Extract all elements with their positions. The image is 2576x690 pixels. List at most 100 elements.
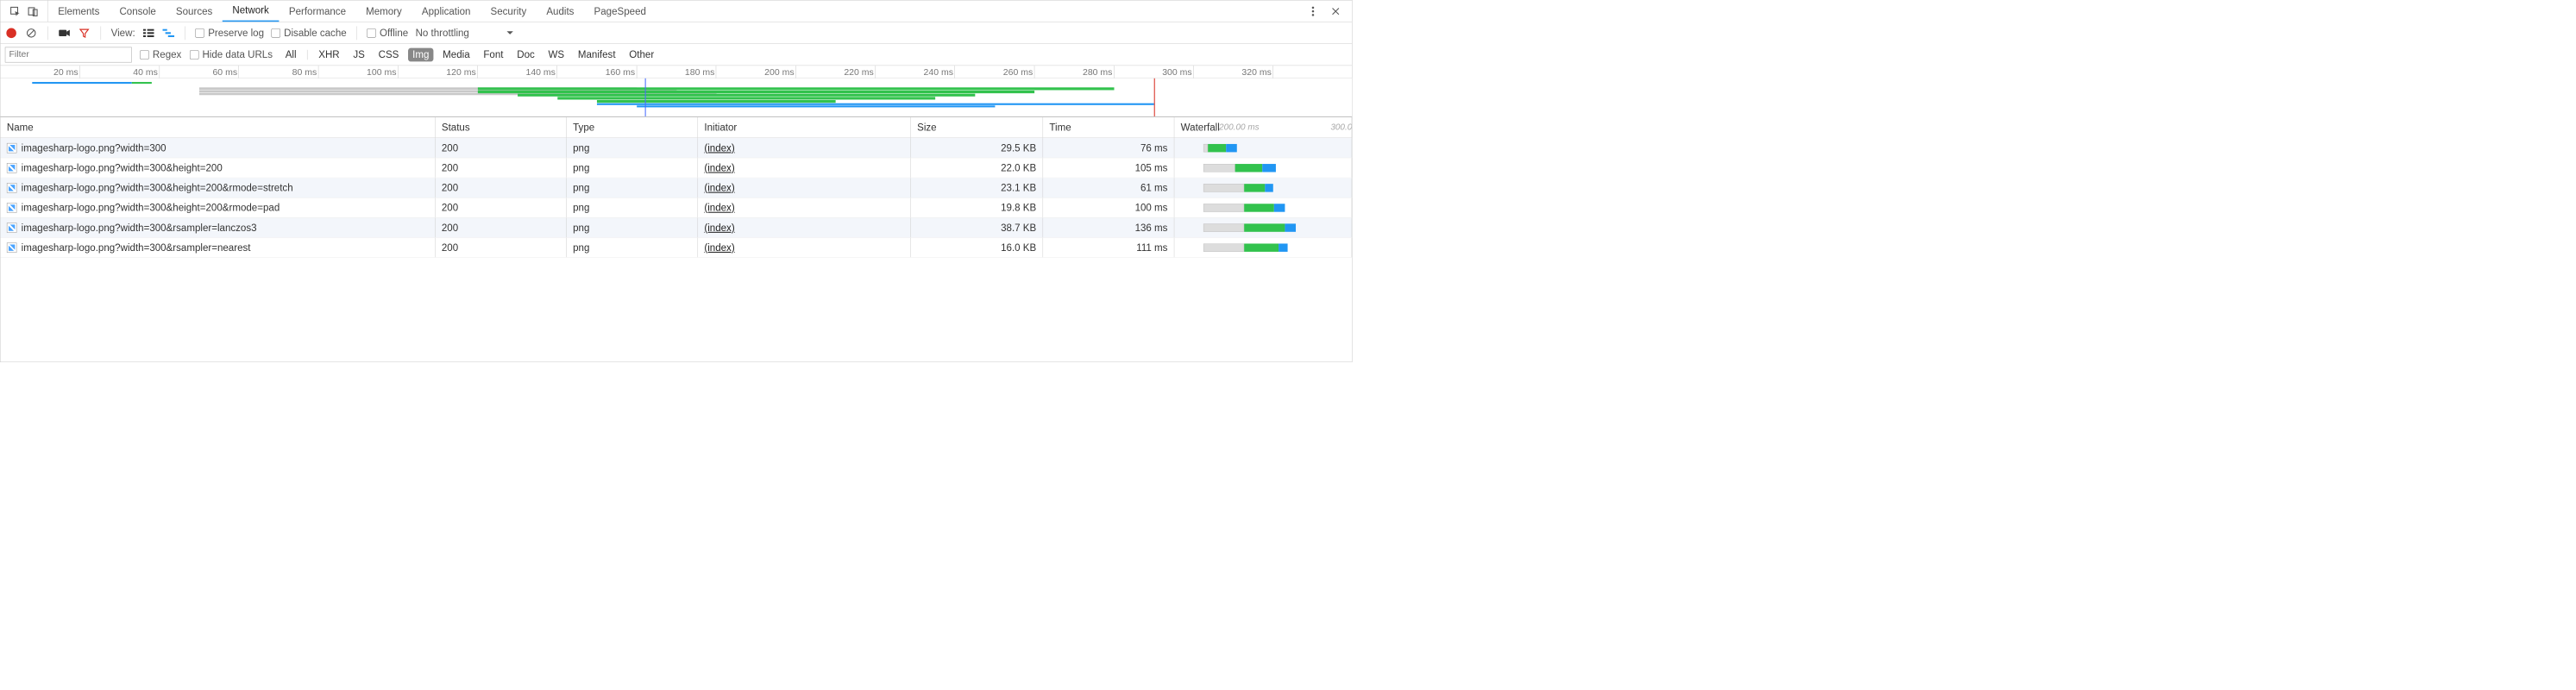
filter-type-doc[interactable]: Doc — [512, 47, 539, 61]
request-name: imagesharp-logo.png?width=300&height=200… — [22, 202, 280, 214]
tab-console[interactable]: Console — [110, 1, 166, 22]
clear-icon[interactable] — [25, 27, 38, 40]
ruler-tick: 260 ms — [1003, 67, 1035, 78]
view-label: View: — [111, 27, 135, 39]
waterfall-bar — [1203, 243, 1244, 251]
filter-input[interactable] — [5, 47, 132, 62]
filter-type-ws[interactable]: WS — [543, 47, 569, 61]
requests-table: Name Status Type Initiator Size Time Wat… — [1, 116, 1353, 257]
timeline-ruler[interactable]: 20 ms40 ms60 ms80 ms100 ms120 ms140 ms16… — [1, 66, 1353, 78]
request-time: 105 ms — [1135, 162, 1168, 174]
request-status: 200 — [442, 162, 458, 174]
camera-icon[interactable] — [58, 27, 71, 40]
waterfall-bar — [1226, 144, 1237, 152]
ruler-tick: 40 ms — [133, 67, 160, 78]
device-toolbar-icon[interactable] — [27, 5, 40, 18]
table-row[interactable]: imagesharp-logo.png?width=300&height=200… — [1, 198, 1353, 217]
table-row[interactable]: imagesharp-logo.png?width=300&rsampler=l… — [1, 218, 1353, 238]
initiator-link[interactable]: (index) — [704, 162, 734, 174]
waterfall-tick: 300.00 m — [1330, 122, 1352, 133]
request-type: png — [573, 162, 589, 174]
request-type: png — [573, 182, 589, 194]
record-icon[interactable] — [5, 27, 18, 40]
disable-cache-label: Disable cache — [284, 27, 347, 39]
ruler-tick: 120 ms — [446, 67, 478, 78]
tab-audits[interactable]: Audits — [537, 1, 584, 22]
overview-segment — [597, 100, 836, 103]
initiator-link[interactable]: (index) — [704, 142, 734, 154]
overview-segment — [518, 94, 975, 97]
tab-pagespeed[interactable]: PageSpeed — [584, 1, 656, 22]
request-size: 23.1 KB — [1001, 182, 1036, 194]
tab-network[interactable]: Network — [223, 1, 279, 22]
tab-performance[interactable]: Performance — [279, 1, 355, 22]
kebab-menu-icon[interactable] — [1307, 5, 1320, 18]
col-time[interactable]: Time — [1043, 117, 1174, 138]
request-type: png — [573, 242, 589, 254]
overview-segment — [32, 82, 131, 84]
col-status[interactable]: Status — [436, 117, 567, 138]
filter-icon[interactable] — [78, 27, 91, 40]
preserve-log-checkbox[interactable]: Preserve log — [195, 27, 264, 39]
col-initiator[interactable]: Initiator — [698, 117, 911, 138]
ruler-tick: 20 ms — [53, 67, 80, 78]
filter-type-css[interactable]: CSS — [374, 47, 403, 61]
tab-application[interactable]: Application — [412, 1, 481, 22]
tab-elements[interactable]: Elements — [48, 1, 110, 22]
table-row[interactable]: imagesharp-logo.png?width=300&height=200… — [1, 158, 1353, 178]
request-time: 61 ms — [1140, 182, 1167, 194]
filter-type-other[interactable]: Other — [625, 47, 658, 61]
table-row[interactable]: imagesharp-logo.png?width=300&rsampler=n… — [1, 238, 1353, 258]
overview-segment — [637, 105, 995, 107]
filter-type-all[interactable]: All — [280, 47, 300, 61]
initiator-link[interactable]: (index) — [704, 182, 734, 194]
close-icon[interactable] — [1329, 5, 1342, 18]
initiator-link[interactable]: (index) — [704, 222, 734, 234]
network-toolbar: View: Preserve log Disable cache Offline… — [1, 22, 1353, 44]
view-list-icon[interactable] — [142, 27, 155, 40]
initiator-link[interactable]: (index) — [704, 242, 734, 254]
image-file-icon — [7, 183, 17, 193]
filter-type-manifest[interactable]: Manifest — [574, 47, 620, 61]
inspect-element-icon[interactable] — [9, 5, 22, 18]
disable-cache-checkbox[interactable]: Disable cache — [271, 27, 346, 39]
col-waterfall[interactable]: Waterfall 200.00 ms300.00 m — [1174, 117, 1352, 138]
filter-type-font[interactable]: Font — [479, 47, 508, 61]
col-size[interactable]: Size — [911, 117, 1043, 138]
waterfall-bar — [1203, 204, 1244, 211]
col-type[interactable]: Type — [567, 117, 698, 138]
chevron-down-icon[interactable] — [504, 27, 517, 40]
offline-checkbox[interactable]: Offline — [367, 27, 408, 39]
ruler-tick: 160 ms — [606, 67, 638, 78]
filter-type-media[interactable]: Media — [438, 47, 474, 61]
tab-security[interactable]: Security — [481, 1, 537, 22]
offline-label: Offline — [380, 27, 408, 39]
table-row[interactable]: imagesharp-logo.png?width=300 200 png (i… — [1, 138, 1353, 158]
waterfall-bar — [1244, 243, 1279, 251]
throttling-select[interactable]: No throttling — [416, 27, 469, 39]
waterfall-bar — [1279, 243, 1288, 251]
request-type: png — [573, 222, 589, 234]
filter-type-js[interactable]: JS — [349, 47, 369, 61]
waterfall-cell — [1174, 138, 1352, 158]
request-size: 22.0 KB — [1001, 162, 1036, 174]
ruler-tick: 220 ms — [844, 67, 876, 78]
tab-sources[interactable]: Sources — [166, 1, 222, 22]
hide-data-urls-checkbox[interactable]: Hide data URLs — [190, 48, 273, 60]
image-file-icon — [7, 163, 17, 173]
view-waterfall-icon[interactable] — [162, 27, 175, 40]
ruler-tick: 180 ms — [685, 67, 717, 78]
filter-type-xhr[interactable]: XHR — [314, 47, 344, 61]
regex-checkbox[interactable]: Regex — [140, 48, 181, 60]
table-row[interactable]: imagesharp-logo.png?width=300&height=200… — [1, 178, 1353, 198]
image-file-icon — [7, 203, 17, 213]
request-name: imagesharp-logo.png?width=300&height=200 — [22, 162, 223, 174]
col-name[interactable]: Name — [1, 117, 436, 138]
tab-memory[interactable]: Memory — [356, 1, 412, 22]
request-size: 19.8 KB — [1001, 202, 1036, 214]
request-status: 200 — [442, 242, 458, 254]
ruler-tick: 320 ms — [1241, 67, 1273, 78]
initiator-link[interactable]: (index) — [704, 202, 734, 214]
timeline-overview[interactable] — [1, 78, 1353, 117]
filter-type-img[interactable]: Img — [408, 47, 434, 61]
